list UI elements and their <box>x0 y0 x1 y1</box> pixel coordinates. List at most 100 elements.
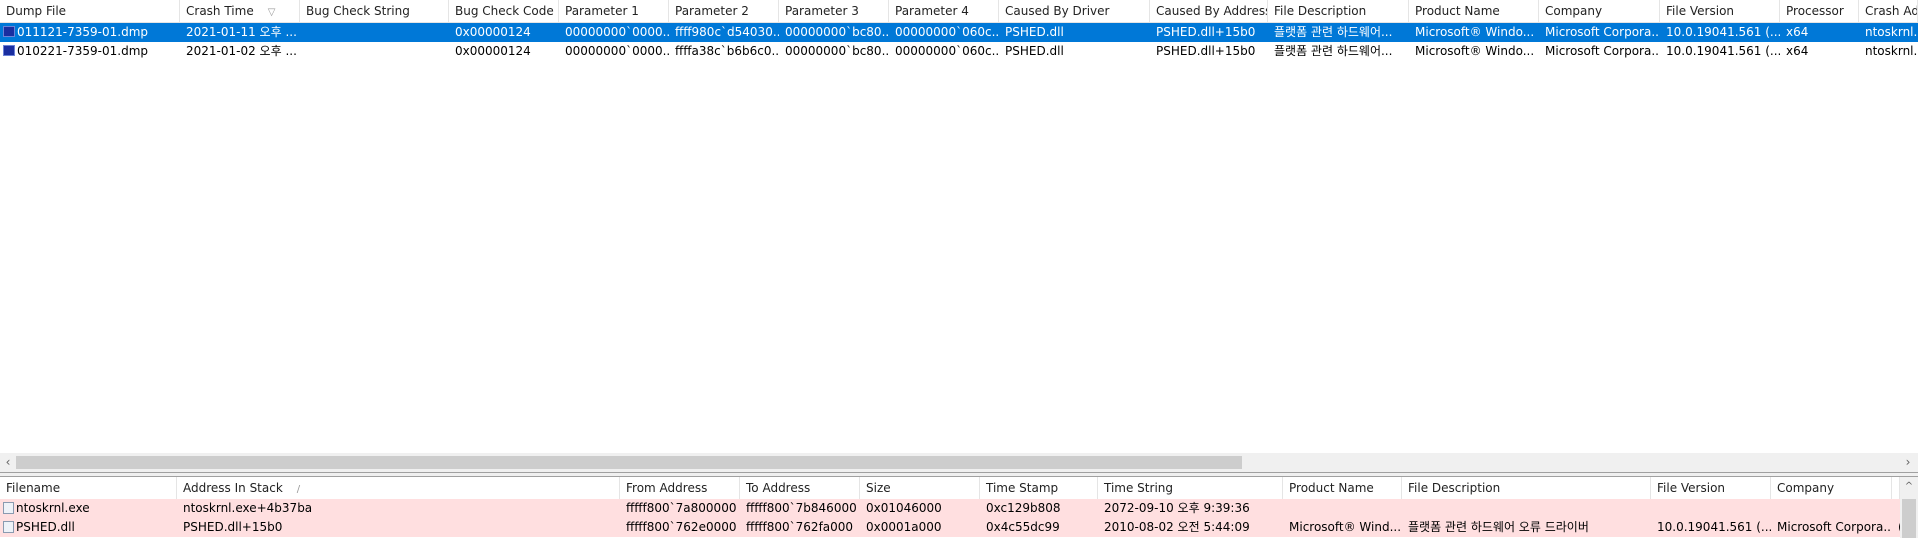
driver-column-company[interactable]: Company <box>1771 477 1892 500</box>
column-label: File Description <box>1274 4 1367 18</box>
cell-parameter-2: ffff980c`d54030... <box>675 25 779 39</box>
column-label: Product Name <box>1415 4 1500 18</box>
column-label: Size <box>866 481 891 495</box>
scroll-left-icon[interactable]: ‹ <box>0 453 16 472</box>
column-label: Parameter 3 <box>785 4 859 18</box>
driver-column-to-address[interactable]: To Address <box>740 477 860 500</box>
cell-to-address: fffff800`7b846000 <box>746 501 857 515</box>
sort-indicator-icon: / <box>296 484 301 495</box>
crash-column-parameter-3[interactable]: Parameter 3 <box>779 0 889 23</box>
cell-company: Microsoft Corpora... <box>1777 520 1892 534</box>
cell-to-address: fffff800`762fa000 <box>746 520 854 534</box>
dll-file-icon <box>3 520 14 533</box>
column-label: Time Stamp <box>986 481 1059 495</box>
driver-column-product-name[interactable]: Product Name <box>1283 477 1402 500</box>
column-label: Caused By Address <box>1156 4 1268 18</box>
column-label: To Address <box>746 481 811 495</box>
horizontal-scroll-thumb[interactable] <box>16 456 1242 469</box>
crash-column-bug-check-code[interactable]: Bug Check Code <box>449 0 559 23</box>
table-row[interactable]: ntoskrnl.exe ntoskrnl.exe+4b37ba fffff800`… <box>0 499 1918 518</box>
cell-time-stamp: 0x4c55dc99 <box>986 520 1060 534</box>
driver-list-header: Filename Address In Stack / From Address To … <box>0 477 1900 500</box>
driver-column-i[interactable]: I <box>1892 477 1900 500</box>
cell-parameter-4: 00000000`060c... <box>895 44 999 58</box>
scroll-up-icon[interactable]: ^ <box>1901 477 1917 496</box>
cell-parameter-2: ffffa38c`b6b6c0... <box>675 44 779 58</box>
column-label: File Version <box>1666 4 1735 18</box>
cell-crash-time: 2021-01-02 오후 ... <box>186 44 297 58</box>
cell-filename: PSHED.dll <box>16 520 75 534</box>
column-label: Parameter 1 <box>565 4 639 18</box>
column-label: Dump File <box>6 4 67 18</box>
cell-caused-by-driver: PSHED.dll <box>1005 25 1064 39</box>
crash-column-parameter-2[interactable]: Parameter 2 <box>669 0 779 23</box>
crash-column-parameter-4[interactable]: Parameter 4 <box>889 0 999 23</box>
crash-column-file-version[interactable]: File Version <box>1660 0 1780 23</box>
cell-from-address: fffff800`762e0000 <box>626 520 737 534</box>
driver-column-size[interactable]: Size <box>860 477 980 500</box>
cell-caused-by-driver: PSHED.dll <box>1005 44 1064 58</box>
cell-parameter-1: 00000000`0000... <box>565 25 669 39</box>
cell-dump-file: 011121-7359-01.dmp <box>17 25 149 39</box>
crash-column-parameter-1[interactable]: Parameter 1 <box>559 0 669 23</box>
cell-time-stamp: 0xc129b808 <box>986 501 1061 515</box>
crash-column-bug-check-string[interactable]: Bug Check String <box>300 0 449 23</box>
column-label: File Description <box>1408 481 1501 495</box>
column-label: Parameter 4 <box>895 4 969 18</box>
vertical-scrollbar[interactable]: ^ <box>1900 477 1918 538</box>
cell-company: Microsoft Corpora... <box>1545 44 1660 58</box>
sort-indicator-icon: ▽ <box>267 7 276 18</box>
monitor-icon <box>3 26 15 37</box>
column-label: Caused By Driver <box>1005 4 1110 18</box>
horizontal-scrollbar[interactable]: ‹ › <box>0 453 1918 472</box>
driver-column-filename[interactable]: Filename <box>0 477 177 500</box>
crash-column-crash-time[interactable]: Crash Time ▽ <box>180 0 300 23</box>
crash-list-header: Dump File Crash Time ▽ Bug Check String Bug … <box>0 0 1918 23</box>
table-row[interactable]: PSHED.dll PSHED.dll+15b0 fffff800`762e0000… <box>0 518 1918 537</box>
cell-file-description: 플랫폼 관련 하드웨어... <box>1274 44 1393 58</box>
cell-crash-address: ntoskrnl.e <box>1865 44 1918 58</box>
driver-column-time-stamp[interactable]: Time Stamp <box>980 477 1098 500</box>
cell-time-string: 2072-09-10 오후 9:39:36 <box>1104 501 1250 515</box>
table-row[interactable]: 011121-7359-01.dmp 2021-01-11 오후 ... 0x000… <box>0 23 1918 42</box>
crash-column-dump-file[interactable]: Dump File <box>0 0 180 23</box>
column-label: Processor <box>1786 4 1844 18</box>
crash-column-caused-by-address[interactable]: Caused By Address <box>1150 0 1268 23</box>
cell-bug-check-code: 0x00000124 <box>455 44 531 58</box>
monitor-icon <box>3 45 15 56</box>
cell-parameter-3: 00000000`bc80... <box>785 25 889 39</box>
column-label: File Version <box>1657 481 1726 495</box>
crash-column-company[interactable]: Company <box>1539 0 1660 23</box>
cell-size: 0x01046000 <box>866 501 942 515</box>
vertical-scroll-thumb[interactable] <box>1902 499 1916 538</box>
column-label: Address In Stack <box>183 481 283 495</box>
cell-product-name: Microsoft® Windo... <box>1415 44 1535 58</box>
crash-column-caused-by-driver[interactable]: Caused By Driver <box>999 0 1150 23</box>
cell-parameter-4: 00000000`060c... <box>895 25 999 39</box>
table-row[interactable]: 010221-7359-01.dmp 2021-01-02 오후 ... 0x000… <box>0 42 1918 61</box>
cell-crash-time: 2021-01-11 오후 ... <box>186 25 297 39</box>
cell-caused-by-address: PSHED.dll+15b0 <box>1156 44 1256 58</box>
driver-column-from-address[interactable]: From Address <box>620 477 740 500</box>
cell-file-version: 10.0.19041.561 (... <box>1657 520 1771 534</box>
cell-time-string: 2010-08-02 오전 5:44:09 <box>1104 520 1250 534</box>
crash-column-product-name[interactable]: Product Name <box>1409 0 1539 23</box>
cell-dump-file: 010221-7359-01.dmp <box>17 44 149 58</box>
crash-column-crash-address[interactable]: Crash Address <box>1859 0 1918 23</box>
cell-file-description: 플랫폼 관련 하드웨어... <box>1274 25 1393 39</box>
driver-column-file-description[interactable]: File Description <box>1402 477 1651 500</box>
cell-product-name: Microsoft® Wind... <box>1289 520 1402 534</box>
dll-file-icon <box>3 501 14 514</box>
column-label: Parameter 2 <box>675 4 749 18</box>
cell-size: 0x0001a000 <box>866 520 942 534</box>
driver-column-address-in-stack[interactable]: Address In Stack / <box>177 477 620 500</box>
driver-column-time-string[interactable]: Time String <box>1098 477 1283 500</box>
crash-column-processor[interactable]: Processor <box>1780 0 1859 23</box>
scroll-right-icon[interactable]: › <box>1900 453 1916 472</box>
column-label: Product Name <box>1289 481 1374 495</box>
cell-bug-check-code: 0x00000124 <box>455 25 531 39</box>
crash-column-file-description[interactable]: File Description <box>1268 0 1409 23</box>
column-label: Company <box>1777 481 1835 495</box>
cell-file-version: 10.0.19041.561 (... <box>1666 44 1780 58</box>
driver-column-file-version[interactable]: File Version <box>1651 477 1771 500</box>
